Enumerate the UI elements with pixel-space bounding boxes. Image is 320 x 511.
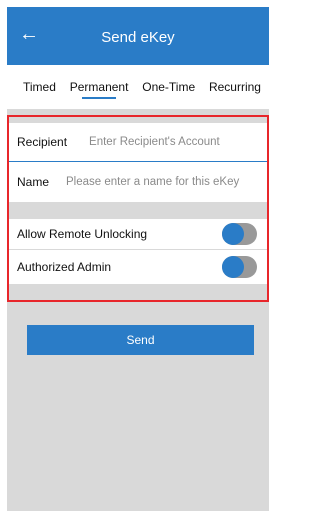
ekey-type-tabs: Timed Permanent One-Time Recurring <box>7 65 269 109</box>
authorized-admin-label: Authorized Admin <box>17 260 112 274</box>
authorized-admin-row: Authorized Admin <box>9 250 267 284</box>
page-title: Send eKey <box>101 29 175 46</box>
remote-unlock-row: Allow Remote Unlocking <box>9 219 267 249</box>
toggle-knob <box>222 256 244 278</box>
recipient-field[interactable]: Recipient Enter Recipient's Account <box>9 123 267 161</box>
remote-unlock-toggle[interactable] <box>222 223 257 245</box>
app-header: ← Send eKey <box>7 7 269 65</box>
tab-timed[interactable]: Timed <box>23 80 56 94</box>
name-label: Name <box>17 175 50 189</box>
recipient-input[interactable]: Enter Recipient's Account <box>89 136 220 148</box>
ekey-form-panel: Recipient Enter Recipient's Account Name… <box>7 115 269 302</box>
tab-recurring[interactable]: Recurring <box>209 80 261 94</box>
authorized-admin-toggle[interactable] <box>222 256 257 278</box>
toggle-knob <box>222 223 244 245</box>
tab-permanent[interactable]: Permanent <box>70 80 128 99</box>
send-button[interactable]: Send <box>27 325 254 355</box>
name-field[interactable]: Name Please enter a name for this eKey <box>9 162 267 202</box>
recipient-label: Recipient <box>17 135 68 149</box>
tab-one-time[interactable]: One-Time <box>142 80 195 94</box>
name-input[interactable]: Please enter a name for this eKey <box>66 176 239 188</box>
remote-unlock-label: Allow Remote Unlocking <box>17 227 148 241</box>
